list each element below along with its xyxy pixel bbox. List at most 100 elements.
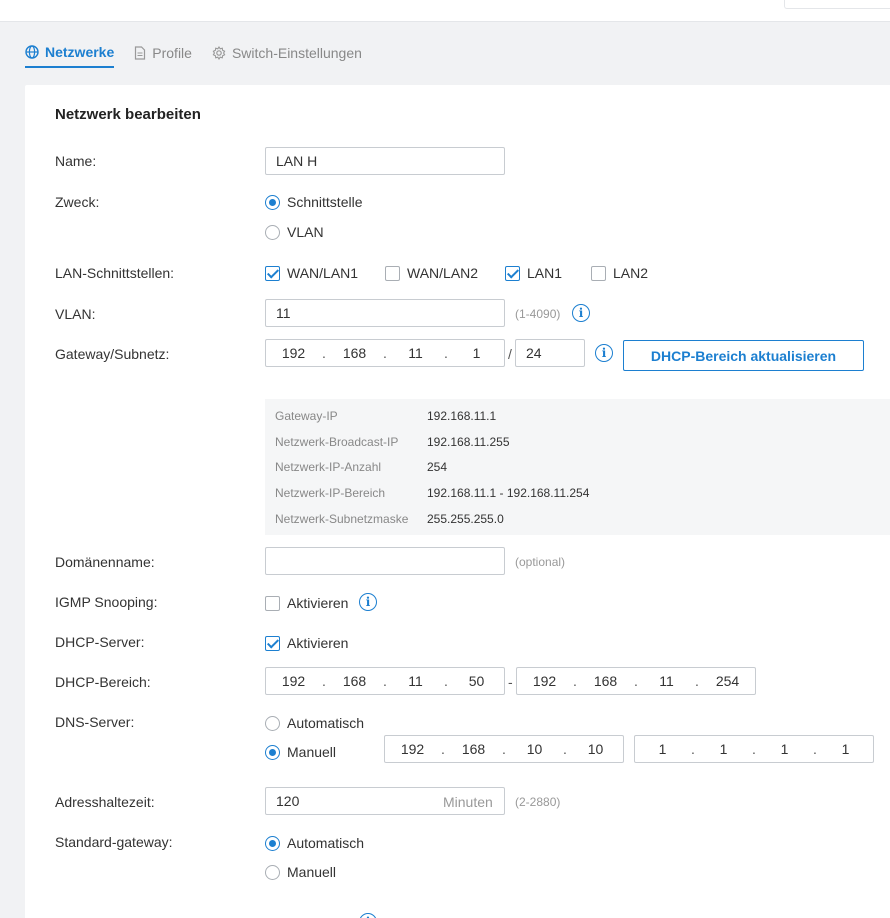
igmp-label: IGMP Snooping: bbox=[55, 594, 158, 610]
name-input[interactable] bbox=[265, 147, 505, 175]
checkbox-checked-icon bbox=[265, 635, 280, 651]
ip-octet: 1 bbox=[472, 345, 481, 361]
document-icon bbox=[135, 46, 146, 60]
checkbox-unchecked-icon bbox=[265, 595, 280, 611]
checkbox-unchecked-icon bbox=[591, 265, 606, 281]
std-gateway-radio-manuell[interactable]: Manuell bbox=[265, 864, 336, 880]
checkbox-label: WAN/LAN2 bbox=[407, 265, 479, 281]
std-gateway-option-label: Automatisch bbox=[287, 835, 365, 851]
summary-row: Netzwerk-Broadcast-IP 192.168.11.255 bbox=[275, 435, 510, 449]
subnet-mask-input[interactable] bbox=[515, 339, 585, 367]
top-bar-corner bbox=[784, 0, 890, 9]
ip-octet: 1 bbox=[841, 741, 850, 757]
radio-selected-icon bbox=[265, 194, 280, 210]
tab-profile[interactable]: Profile bbox=[134, 40, 192, 66]
update-dhcp-range-button[interactable]: DHCP-Bereich aktualisieren bbox=[623, 340, 864, 371]
ip-octet: 192 bbox=[281, 345, 306, 361]
dhcp-range-end-input[interactable]: 192. 168. 11. 254 bbox=[516, 667, 756, 695]
ip-octet: 1 bbox=[719, 741, 728, 757]
radio-unselected-icon bbox=[265, 864, 280, 880]
vlan-info-icon[interactable]: i bbox=[572, 304, 590, 322]
dns-radio-manuell[interactable]: Manuell bbox=[265, 744, 336, 760]
checkbox-label: Aktivieren bbox=[287, 635, 349, 651]
radio-selected-icon bbox=[265, 744, 280, 760]
vlan-label: VLAN: bbox=[55, 306, 96, 322]
ip-octet: 254 bbox=[715, 673, 740, 689]
dns-label: DNS-Server: bbox=[55, 714, 135, 730]
checkbox-label: LAN2 bbox=[613, 265, 649, 281]
vlan-input[interactable] bbox=[265, 299, 505, 327]
ip-octet: 11 bbox=[408, 345, 423, 361]
checkbox-unchecked-icon bbox=[385, 265, 400, 281]
summary-row: Netzwerk-IP-Anzahl 254 bbox=[275, 460, 448, 474]
ip-octet: 1 bbox=[658, 741, 667, 757]
zweck-option-label: VLAN bbox=[287, 224, 324, 240]
ip-octet: 192 bbox=[532, 673, 557, 689]
domain-input[interactable] bbox=[265, 547, 505, 575]
dhcp-server-label: DHCP-Server: bbox=[55, 634, 145, 650]
dns-secondary-input[interactable]: 1. 1. 1. 1 bbox=[634, 735, 874, 763]
std-gateway-radio-automatisch[interactable]: Automatisch bbox=[265, 835, 364, 851]
gateway-label: Gateway/Subnetz: bbox=[55, 346, 170, 362]
igmp-info-icon[interactable]: i bbox=[359, 593, 377, 611]
radio-unselected-icon bbox=[265, 715, 280, 731]
ip-octet: 168 bbox=[593, 673, 618, 689]
checkbox-wan-lan1[interactable]: WAN/LAN1 bbox=[265, 265, 358, 281]
ip-octet: 50 bbox=[468, 673, 485, 689]
checkbox-lan2[interactable]: LAN2 bbox=[591, 265, 648, 281]
zweck-option-label: Schnittstelle bbox=[287, 194, 363, 210]
checkbox-wan-lan2[interactable]: WAN/LAN2 bbox=[385, 265, 478, 281]
lease-time-label: Adresshaltezeit: bbox=[55, 794, 155, 810]
dhcp-server-checkbox[interactable]: Aktivieren bbox=[265, 635, 348, 651]
network-summary-panel: Gateway-IP 192.168.11.1 Netzwerk-Broadcas… bbox=[265, 399, 890, 535]
checkbox-label: Aktivieren bbox=[287, 595, 349, 611]
page-title: Netzwerk bearbeiten bbox=[55, 106, 201, 123]
ip-octet: 10 bbox=[587, 741, 604, 757]
std-gateway-option-label: Manuell bbox=[287, 864, 337, 880]
summary-row: Netzwerk-Subnetzmaske 255.255.255.0 bbox=[275, 512, 504, 526]
ip-octet: 192 bbox=[281, 673, 306, 689]
domain-label: Domänenname: bbox=[55, 554, 155, 570]
domain-optional-hint: (optional) bbox=[515, 555, 566, 569]
zweck-radio-vlan[interactable]: VLAN bbox=[265, 224, 324, 240]
tab-switch-einstellungen[interactable]: Switch-Einstellungen bbox=[212, 40, 362, 66]
checkbox-lan1[interactable]: LAN1 bbox=[505, 265, 562, 281]
dns-radio-automatisch[interactable]: Automatisch bbox=[265, 715, 364, 731]
checkbox-checked-icon bbox=[265, 265, 280, 281]
checkbox-checked-icon bbox=[505, 265, 520, 281]
lease-time-range-hint: (2-2880) bbox=[515, 795, 561, 809]
std-gateway-label: Standard-gateway: bbox=[55, 834, 173, 850]
tab-netzwerke[interactable]: Netzwerke bbox=[25, 40, 115, 68]
lease-time-unit: Minuten bbox=[443, 794, 493, 810]
ip-octet: 1 bbox=[780, 741, 789, 757]
radio-unselected-icon bbox=[265, 224, 280, 240]
lan-interfaces-label: LAN-Schnittstellen: bbox=[55, 265, 175, 281]
tab-profile-label: Profile bbox=[152, 45, 192, 61]
top-bar bbox=[0, 0, 890, 22]
zweck-radio-schnittstelle[interactable]: Schnittstelle bbox=[265, 194, 362, 210]
dns-primary-input[interactable]: 192. 168. 10. 10 bbox=[384, 735, 624, 763]
dhcp-range-start-input[interactable]: 192. 168. 11. 50 bbox=[265, 667, 505, 695]
name-label: Name: bbox=[55, 153, 97, 169]
tab-switch-einstellungen-label: Switch-Einstellungen bbox=[231, 45, 362, 61]
vlan-range-hint: (1-4090) bbox=[515, 307, 561, 321]
ip-octet: 168 bbox=[342, 345, 367, 361]
igmp-checkbox[interactable]: Aktivieren bbox=[265, 595, 348, 611]
dhcp-range-label: DHCP-Bereich: bbox=[55, 674, 151, 690]
globe-icon bbox=[25, 45, 39, 59]
tab-netzwerke-label: Netzwerke bbox=[45, 44, 115, 60]
tab-bar: Netzwerke Profile Switch-Einstellungen bbox=[25, 40, 382, 68]
gateway-info-icon[interactable]: i bbox=[595, 344, 613, 362]
ip-octet: 11 bbox=[408, 673, 423, 689]
subnet-separator: / bbox=[508, 346, 512, 362]
ip-octet: 10 bbox=[526, 741, 543, 757]
gateway-ip-input[interactable]: 192. 168. 11. 1 bbox=[265, 339, 505, 367]
summary-row: Netzwerk-IP-Bereich 192.168.11.1 - 192.16… bbox=[275, 486, 590, 500]
ip-octet: 168 bbox=[342, 673, 367, 689]
dns-option-label: Automatisch bbox=[287, 715, 365, 731]
checkbox-label: WAN/LAN1 bbox=[287, 265, 359, 281]
summary-row: Gateway-IP 192.168.11.1 bbox=[275, 409, 497, 423]
ip-octet: 168 bbox=[461, 741, 486, 757]
gear-icon bbox=[212, 46, 226, 60]
ip-octet: 11 bbox=[659, 673, 674, 689]
